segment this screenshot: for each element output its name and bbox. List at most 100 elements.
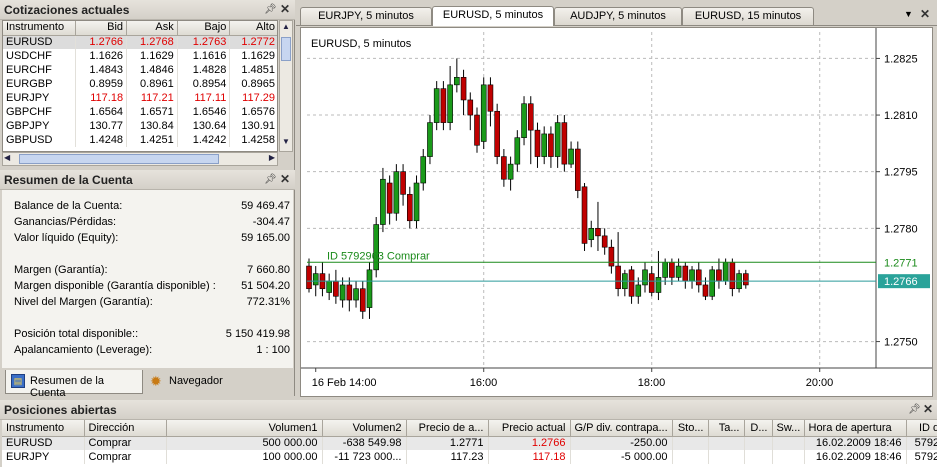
quote-cell-sym: EURCHF — [3, 63, 77, 77]
leverage-label: Apalancamiento (Leverage): — [14, 344, 153, 356]
position-row[interactable]: EURJPY Comprar 100 000.00 -11 723 000... 117… — [2, 450, 937, 464]
hscroll-thumb[interactable] — [19, 154, 219, 164]
chart-tab-audjpy-5[interactable]: AUDJPY, 5 minutos — [554, 7, 682, 25]
position-cell: 500 000.00 — [166, 436, 323, 450]
close-icon[interactable]: ✕ — [280, 2, 290, 16]
tab-account-summary[interactable]: ▤ Resumen de la Cuenta — [5, 370, 143, 399]
candle-body — [635, 284, 642, 297]
quotes-col-header[interactable]: Instrumento — [3, 21, 77, 36]
quotes-grid[interactable]: Instrumento Bid Ask Bajo Alto EURUSD 1.2766 1.… — [2, 20, 278, 152]
positions-col-header[interactable]: Volumen2 — [322, 420, 407, 437]
free-margin-label: Margen disponible (Garantía disponible) … — [14, 280, 216, 292]
candle-body — [581, 186, 588, 244]
candle-body — [373, 224, 379, 271]
quotes-col-header[interactable]: Bid — [75, 21, 128, 36]
quote-cell-low: 1.6546 — [177, 105, 231, 119]
margin-value: 7 660.80 — [247, 264, 290, 276]
quotes-hscroll[interactable]: ◀ ▶ — [2, 152, 278, 166]
positions-col-header[interactable]: Precio de a... — [406, 420, 489, 437]
tab-menu-icon[interactable]: ▼ — [904, 9, 913, 19]
quote-cell-sym: GBPJPY — [3, 119, 77, 133]
candle-body — [695, 269, 702, 286]
candle-body — [554, 122, 561, 157]
quote-row[interactable]: GBPJPY 130.77 130.84 130.64 130.91 — [3, 119, 277, 133]
quote-row[interactable]: EURJPY 117.18 117.21 117.11 117.29 — [3, 91, 277, 105]
quote-cell-low: 130.64 — [177, 119, 231, 133]
quote-cell-bid: 1.1626 — [75, 49, 128, 63]
gear-icon: ✹ — [150, 373, 162, 389]
quote-row[interactable]: EURUSD 1.2766 1.2768 1.2763 1.2772 — [3, 35, 277, 49]
margin-level-label: Nivel del Margen (Garantía): — [14, 296, 153, 308]
positions-col-header[interactable]: Sw... — [772, 420, 805, 437]
position-cell — [744, 450, 773, 464]
quote-cell-ask: 1.2768 — [126, 35, 178, 49]
positions-col-header[interactable]: ID de ... — [906, 420, 937, 437]
close-icon[interactable]: ✕ — [923, 402, 933, 416]
candle-body — [353, 288, 359, 301]
chart-tab-eurusd-15[interactable]: EURUSD, 15 minutos — [682, 7, 814, 25]
tab-account-label: Resumen de la Cuenta — [30, 375, 104, 399]
chart-tab-eurusd-5[interactable]: EURUSD, 5 minutos — [432, 6, 554, 26]
position-row[interactable]: EURUSD Comprar 500 000.00 -638 549.98 1.2771… — [2, 436, 937, 450]
quote-cell-high: 0.8965 — [229, 77, 277, 91]
scroll-right-icon[interactable]: ▶ — [269, 153, 275, 162]
positions-col-header[interactable]: G/P div. contrapa... — [570, 420, 673, 437]
quote-row[interactable]: GBPUSD 1.4248 1.4251 1.4242 1.4258 — [3, 133, 277, 147]
positions-col-header[interactable]: Ta... — [708, 420, 745, 437]
candle-body — [440, 88, 447, 123]
quotes-col-header[interactable]: Bajo — [177, 21, 231, 36]
candle-body — [312, 273, 319, 286]
pin-icon[interactable]: 📌︎ — [264, 4, 277, 15]
tab-navigator[interactable]: ✹ Navegador — [145, 370, 233, 394]
position-cell: -11 723 000... — [322, 450, 407, 464]
positions-col-header[interactable]: Volumen1 — [166, 420, 323, 437]
quote-row[interactable]: USDCHF 1.1626 1.1629 1.1616 1.1629 — [3, 49, 277, 63]
quote-cell-bid: 0.8959 — [75, 77, 128, 91]
x-tick-label: 16 Feb 14:00 — [312, 377, 377, 389]
chart-tab-label: EURUSD, 15 minutos — [694, 10, 802, 22]
positions-col-header[interactable]: Precio actual — [488, 420, 571, 437]
pin-icon[interactable]: 📌︎ — [908, 404, 921, 415]
quote-row[interactable]: EURCHF 1.4843 1.4846 1.4828 1.4851 — [3, 63, 277, 77]
candle-body — [454, 77, 460, 86]
quotes-vscroll[interactable]: ▲ ▼ — [279, 20, 293, 152]
quotes-col-header[interactable]: Alto — [229, 21, 277, 36]
positions-col-header[interactable]: Instrumento — [2, 420, 85, 437]
candle-body — [601, 235, 608, 248]
close-icon[interactable]: ✕ — [920, 7, 930, 21]
quotes-col-header[interactable]: Ask — [126, 21, 178, 36]
quote-cell-sym: EURUSD — [3, 35, 77, 49]
candle-body — [527, 103, 534, 131]
quote-row[interactable]: EURGBP 0.8959 0.8961 0.8954 0.8965 — [3, 77, 277, 91]
candle-body — [675, 265, 682, 278]
quotes-titlebar: Cotizaciones actuales 📌︎ ✕ — [0, 0, 295, 20]
account-icon: ▤ — [11, 374, 25, 388]
candlestick-chart[interactable]: 1.2825 1.2810 1.2795 1.2780 1.2750 16 Feb 14:… — [301, 28, 932, 396]
leverage-value: 1 : 100 — [256, 344, 290, 356]
scroll-up-icon[interactable]: ▲ — [281, 22, 291, 34]
position-cell: 117.23 — [406, 450, 489, 464]
pl-value: -304.47 — [252, 216, 290, 228]
pin-icon[interactable]: 📌︎ — [264, 174, 277, 185]
equity-value: 59 165.00 — [241, 232, 290, 244]
positions-col-header[interactable]: D... — [744, 420, 773, 437]
positions-grid[interactable]: Instrumento Dirección Volumen1 Volumen2 Prec… — [2, 420, 937, 467]
equity-label: Valor líquido (Equity): — [14, 232, 119, 244]
positions-col-header[interactable]: Dirección — [84, 420, 167, 437]
quote-cell-ask: 0.8961 — [126, 77, 178, 91]
quote-row[interactable]: GBPCHF 1.6564 1.6571 1.6546 1.6576 — [3, 105, 277, 119]
positions-col-header[interactable]: Hora de apertura — [804, 420, 907, 437]
balance-value: 59 469.47 — [241, 200, 290, 212]
close-icon[interactable]: ✕ — [280, 172, 290, 186]
x-tick-label: 16:00 — [470, 377, 498, 389]
chart-tab-eurjpy-5[interactable]: EURJPY, 5 minutos — [300, 7, 432, 25]
quote-cell-ask: 1.4251 — [126, 133, 178, 147]
scroll-thumb[interactable] — [281, 37, 291, 61]
free-margin-value: 51 504.20 — [241, 280, 290, 292]
margin-level-value: 772.31% — [246, 296, 290, 308]
positions-col-header[interactable]: Sto... — [672, 420, 709, 437]
chart-canvas[interactable]: 1.2825 1.2810 1.2795 1.2780 1.2750 16 Feb 14:… — [300, 27, 933, 397]
scroll-left-icon[interactable]: ◀ — [4, 153, 10, 162]
scroll-down-icon[interactable]: ▼ — [281, 137, 291, 149]
candle-body — [467, 99, 474, 116]
